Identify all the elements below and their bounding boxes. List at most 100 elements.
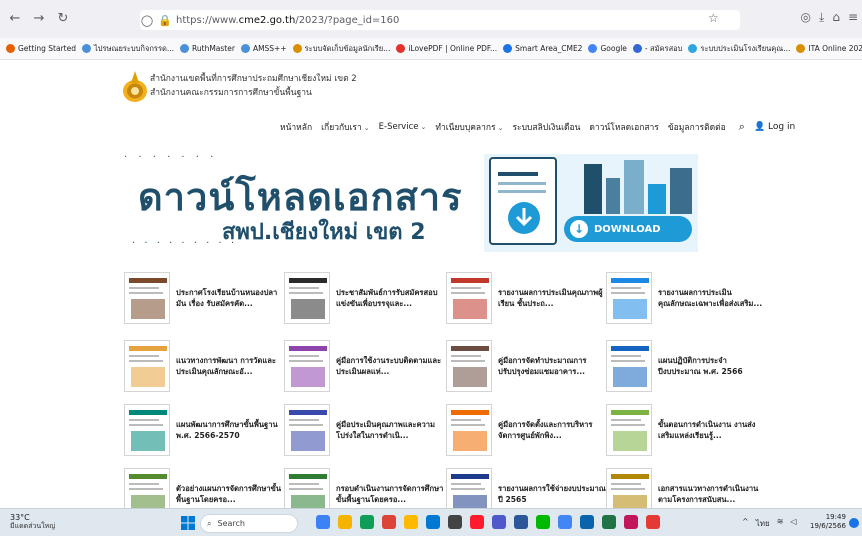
- chrome-icon[interactable]: [382, 515, 396, 529]
- nav-item[interactable]: ข้อมูลการติดต่อ: [668, 120, 726, 134]
- document-title[interactable]: คู่มือการจัดทำประมาณการปรับปรุงซ่อมแซมอา…: [498, 355, 606, 377]
- site-header: สำนักงานเขตพื้นที่การศึกษาประถมศึกษาเชีย…: [0, 60, 862, 152]
- bookmark-item[interactable]: ไปรษณยระบบกิจกรรด...: [82, 43, 174, 55]
- download-icon[interactable]: ⤓: [819, 10, 824, 25]
- main-navigation: หน้าหลัก เกี่ยวกับเรา ⌄ E-Service ⌄ ทำเนียบบุ…: [280, 120, 795, 134]
- bookmark-item[interactable]: Smart Area_CME2: [503, 44, 582, 53]
- nav-item[interactable]: ทำเนียบบุคลากร ⌄: [435, 120, 503, 134]
- document-card[interactable]: แผนปฏิบัติการประจำปีงบประมาณ พ.ศ. 2566: [606, 340, 766, 392]
- store-icon[interactable]: [448, 515, 462, 529]
- document-thumbnail[interactable]: [124, 340, 170, 392]
- nav-item[interactable]: E-Service ⌄: [379, 122, 427, 132]
- extensions-icon[interactable]: ⌂: [832, 10, 840, 25]
- document-thumbnail[interactable]: [446, 272, 492, 324]
- folder-icon[interactable]: [404, 515, 418, 529]
- widgets-icon[interactable]: [316, 515, 330, 529]
- nav-item[interactable]: หน้าหลัก: [280, 120, 312, 134]
- word-icon[interactable]: [514, 515, 528, 529]
- windows-start-icon[interactable]: [180, 515, 196, 531]
- document-thumbnail[interactable]: [606, 272, 652, 324]
- nav-item[interactable]: ระบบสลิปเงินเดือน: [512, 120, 580, 134]
- taskbar-search[interactable]: ⌕ Search: [200, 514, 298, 533]
- bookmark-star-icon[interactable]: ☆: [708, 11, 719, 25]
- opera-icon[interactable]: [470, 515, 484, 529]
- document-title[interactable]: รายงานผลการประเมินคุณภาพผู้เรียน ชั้นประ…: [498, 287, 606, 309]
- document-title[interactable]: แผนพัฒนาการศึกษาขั้นพื้นฐาน พ.ศ. 2566-25…: [176, 419, 284, 441]
- teams-icon[interactable]: [492, 515, 506, 529]
- url-bar[interactable]: ◯ 🔒 https://www. cme2.go.th/2023/?page_id…: [140, 10, 740, 30]
- document-card[interactable]: คู่มือประเมินคุณภาพและความโปร่งใสในการดำ…: [284, 404, 444, 456]
- login-label: Log in: [768, 122, 796, 132]
- notification-icon[interactable]: [849, 518, 859, 528]
- bookmark-item[interactable]: Getting Started: [6, 44, 76, 53]
- nav-item[interactable]: ดาวน์โหลดเอกสาร: [589, 120, 658, 134]
- bookmark-item[interactable]: - สมัครสอบ: [632, 43, 682, 55]
- bookmark-item[interactable]: AMSS++: [240, 44, 287, 53]
- document-title[interactable]: กรอบดำเนินงานการจัดการศึกษาขั้นพื้นฐานโด…: [336, 483, 444, 505]
- outlook-icon[interactable]: [580, 515, 594, 529]
- document-title[interactable]: เอกสารแนวทางการดำเนินงานตามโครงการสนับสน…: [658, 483, 766, 505]
- search-icon[interactable]: ⌕: [739, 120, 745, 134]
- document-title[interactable]: รายงานผลการใช้จ่ายงบประมาณ ปี 2565: [498, 483, 606, 505]
- document-card[interactable]: แผนพัฒนาการศึกษาขั้นพื้นฐาน พ.ศ. 2566-25…: [124, 404, 284, 456]
- login-link[interactable]: 👤 Log in: [754, 122, 795, 132]
- chrome2-icon[interactable]: [558, 515, 572, 529]
- document-card[interactable]: แนวทางการพัฒนา การวัดและประเมินคุณลักษณะ…: [124, 340, 284, 392]
- document-thumbnail[interactable]: [284, 272, 330, 324]
- document-title[interactable]: ขั้นตอนการดำเนินงาน งานส่งเสริมแหล่งเรีย…: [658, 419, 766, 441]
- document-title[interactable]: ตัวอย่างแผนการจัดการศึกษาขั้นพื้นฐานโดยค…: [176, 483, 284, 505]
- document-title[interactable]: คู่มือการจัดตั้งและการบริหารจัดการศูนย์พ…: [498, 419, 606, 441]
- document-title[interactable]: รายงานผลการประเมินคุณลักษณะเฉพาะเพื่อส่ง…: [658, 287, 766, 309]
- document-thumbnail[interactable]: [124, 404, 170, 456]
- document-card[interactable]: คู่มือการใช้งานระบบติดตามและประเมินผลแห่…: [284, 340, 444, 392]
- document-card[interactable]: ประกาศโรงเรียนบ้านหนองปลามัน เรื่อง รับส…: [124, 272, 284, 324]
- excel-icon[interactable]: [602, 515, 616, 529]
- document-thumbnail[interactable]: [446, 340, 492, 392]
- back-icon[interactable]: ←: [6, 10, 24, 28]
- pdf-icon[interactable]: [646, 515, 660, 529]
- file-explorer-icon[interactable]: [338, 515, 352, 529]
- reload-icon[interactable]: ↻: [54, 10, 72, 28]
- wifi-icon[interactable]: ≋: [777, 517, 784, 530]
- download-button[interactable]: ↓ DOWNLOAD: [564, 216, 692, 242]
- document-card[interactable]: ประชาสัมพันธ์การรับสมัครสอบแข่งขันเพื่อบ…: [284, 272, 444, 324]
- bookmark-item[interactable]: ระบบจัดเก็บข้อมูลนักเรีย...: [292, 43, 390, 55]
- document-card[interactable]: คู่มือการจัดตั้งและการบริหารจัดการศูนย์พ…: [446, 404, 606, 456]
- edge-icon[interactable]: [360, 515, 374, 529]
- document-title[interactable]: คู่มือการใช้งานระบบติดตามและประเมินผลแห่…: [336, 355, 444, 377]
- bookmark-item[interactable]: RuthMaster: [180, 44, 235, 53]
- org-logo-icon: [123, 71, 147, 102]
- document-thumbnail[interactable]: [446, 404, 492, 456]
- bookmark-item[interactable]: ระบบประเมินโรงเรียนคุณ...: [688, 43, 790, 55]
- pocket-icon[interactable]: ◎: [801, 10, 811, 25]
- forward-icon[interactable]: →: [30, 10, 48, 28]
- mail-icon[interactable]: [426, 515, 440, 529]
- taskbar-clock[interactable]: 19:49 19/6/2566: [810, 513, 846, 531]
- document-thumbnail[interactable]: [606, 404, 652, 456]
- bookmark-item[interactable]: iLovePDF | Online PDF...: [396, 44, 497, 53]
- bookmark-item[interactable]: Google: [588, 44, 627, 53]
- document-title[interactable]: คู่มือประเมินคุณภาพและความโปร่งใสในการดำ…: [336, 419, 444, 441]
- document-thumbnail[interactable]: [284, 404, 330, 456]
- document-thumbnail[interactable]: [124, 272, 170, 324]
- menu-icon[interactable]: ≡: [848, 10, 858, 25]
- nav-item[interactable]: เกี่ยวกับเรา ⌄: [321, 120, 369, 134]
- document-title[interactable]: แผนปฏิบัติการประจำปีงบประมาณ พ.ศ. 2566: [658, 355, 766, 377]
- line-icon[interactable]: [536, 515, 550, 529]
- document-title[interactable]: แนวทางการพัฒนา การวัดและประเมินคุณลักษณะ…: [176, 355, 284, 377]
- document-title[interactable]: ประกาศโรงเรียนบ้านหนองปลามัน เรื่อง รับส…: [176, 287, 284, 309]
- document-card[interactable]: ขั้นตอนการดำเนินงาน งานส่งเสริมแหล่งเรีย…: [606, 404, 766, 456]
- document-card[interactable]: คู่มือการจัดทำประมาณการปรับปรุงซ่อมแซมอา…: [446, 340, 606, 392]
- bookmark-item[interactable]: ITA Online 2023 - ชื่อเว...: [796, 43, 862, 55]
- document-title[interactable]: ประชาสัมพันธ์การรับสมัครสอบแข่งขันเพื่อบ…: [336, 287, 444, 309]
- document-thumbnail[interactable]: [284, 340, 330, 392]
- document-card[interactable]: รายงานผลการประเมินคุณลักษณะเฉพาะเพื่อส่ง…: [606, 272, 766, 324]
- document-thumbnail[interactable]: [606, 340, 652, 392]
- tray-chevron-icon[interactable]: ^: [742, 517, 749, 530]
- volume-icon[interactable]: ◁: [790, 517, 796, 530]
- document-card[interactable]: รายงานผลการประเมินคุณภาพผู้เรียน ชั้นประ…: [446, 272, 606, 324]
- photos-icon[interactable]: [624, 515, 638, 529]
- weather-widget[interactable]: 33°C มีแดดส่วนใหญ่: [10, 514, 55, 531]
- language-indicator[interactable]: ไทย: [756, 517, 770, 530]
- bookmark-label: Smart Area_CME2: [515, 44, 583, 53]
